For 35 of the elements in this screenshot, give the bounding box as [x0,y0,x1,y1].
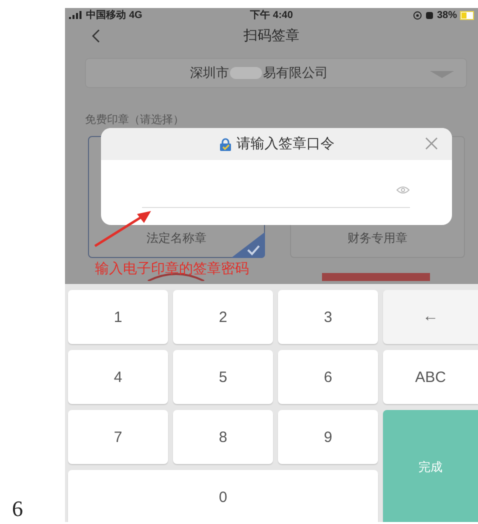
location-icon [413,10,422,20]
digit-key[interactable]: 0 [68,470,378,522]
battery-percent: 38% [437,10,458,20]
network-type: 4G [129,10,142,20]
digit-key[interactable]: 5 [173,350,273,404]
seal-name: 法定名称章 [146,230,206,247]
seal-name: 财务专用章 [348,230,408,247]
digit-key[interactable]: 8 [173,410,273,464]
digit-key[interactable]: 4 [68,350,168,404]
digit-key[interactable]: 2 [173,290,273,344]
clock-time: 下午 4:40 [250,8,293,22]
abc-key[interactable]: ABC [383,350,478,404]
digit-key[interactable]: 3 [278,290,378,344]
digit-key[interactable]: 7 [68,410,168,464]
battery-icon [460,10,474,20]
company-name: 易有限公司 [263,64,328,82]
carrier-name: 中国移动 [86,8,126,22]
check-corner-icon [231,232,265,258]
digit-key[interactable]: 1 [68,290,168,344]
signal-icon [69,11,83,19]
close-icon[interactable] [425,137,438,150]
digit-key[interactable]: 9 [278,410,378,464]
lock-icon [218,138,232,150]
backspace-key[interactable]: ← [383,290,478,344]
annotation-text: 输入电子印章的签章密码 [95,261,249,276]
page-title: 扫码签章 [244,27,300,45]
eye-icon[interactable] [396,186,410,194]
section-label: 免费印章（请选择） [85,112,185,127]
dialog-title: 请输入签章口令 [236,135,334,153]
company-name: 深圳市 [190,64,229,82]
company-dropdown[interactable]: 深圳市 易有限公司 [85,58,467,88]
redaction-blur [230,67,262,79]
digit-key[interactable]: 6 [278,350,378,404]
page-number: 6 [12,496,23,522]
back-icon[interactable] [91,29,100,43]
